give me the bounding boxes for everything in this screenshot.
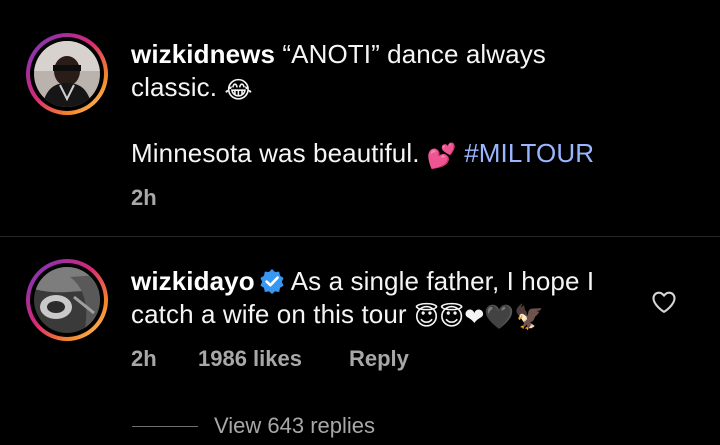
- avatar-story-ring[interactable]: [26, 33, 108, 115]
- emoji-sequence-icon: 😇😇❤🖤🦅: [413, 303, 545, 331]
- comment-text: Minnesota was beautiful.: [131, 138, 420, 168]
- avatar: [34, 267, 100, 333]
- comment-username[interactable]: wizkidayo: [131, 266, 255, 296]
- comment-text-line: catch a wife on this tour 😇😇❤🖤🦅: [131, 298, 544, 334]
- comment-text-line: wizkidnews “ANOTI” dance always: [131, 38, 546, 71]
- comment-text-line: classic. 😂: [131, 71, 253, 107]
- comment-text: As a single father, I hope I: [290, 266, 595, 296]
- avatar: [34, 41, 100, 107]
- comment-username[interactable]: wizkidnews: [131, 39, 275, 69]
- laughing-emoji-icon: 😂: [224, 76, 253, 104]
- comment-timestamp: 2h: [131, 185, 157, 210]
- verified-badge-icon: [260, 269, 284, 294]
- comment-text: “ANOTI” dance always: [282, 39, 546, 69]
- two-hearts-emoji-icon: 💕: [426, 142, 457, 170]
- comment-likes-count[interactable]: 1986 likes: [198, 346, 302, 372]
- hashtag-link[interactable]: #MILTOUR: [464, 138, 594, 168]
- view-replies-button[interactable]: View 643 replies: [214, 413, 375, 439]
- heart-outline-icon[interactable]: [650, 288, 678, 316]
- avatar-story-ring[interactable]: [26, 259, 108, 341]
- reply-button[interactable]: Reply: [349, 346, 409, 372]
- replies-divider-line: [132, 426, 198, 427]
- divider: [0, 236, 720, 237]
- comment-text: classic.: [131, 72, 218, 102]
- comment-text-line: Minnesota was beautiful. 💕 #MILTOUR: [131, 137, 594, 173]
- comment-text-line: wizkidayo As a single father, I hope I: [131, 265, 594, 298]
- comment-text: catch a wife on this tour: [131, 299, 407, 329]
- comment-timestamp: 2h: [131, 346, 157, 371]
